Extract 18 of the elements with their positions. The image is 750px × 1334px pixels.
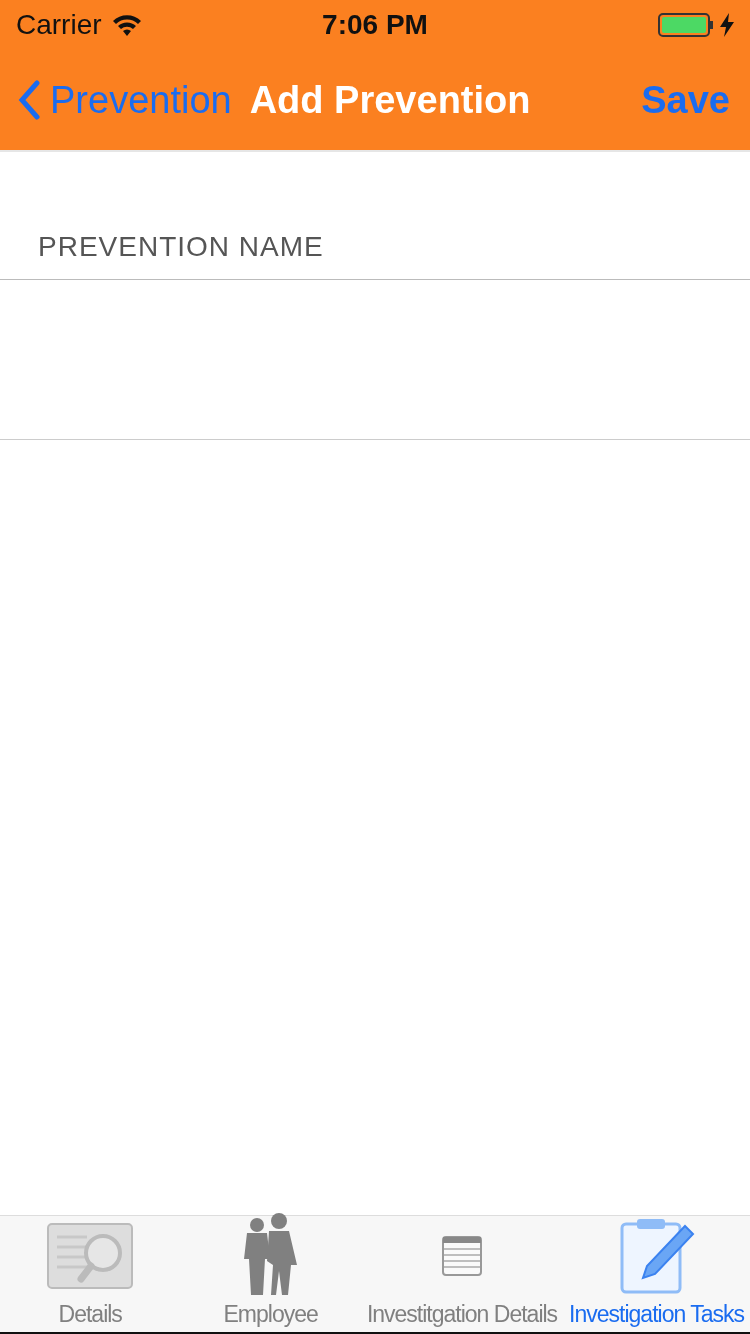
save-button[interactable]: Save — [641, 78, 730, 122]
tab-item[interactable]: Investitgation Details — [360, 1216, 564, 1332]
carrier-label: Carrier — [16, 9, 102, 41]
magnifier-document-icon — [47, 1223, 134, 1289]
screen-title: Add Prevention — [249, 78, 532, 122]
clipboard-pencil-icon — [618, 1218, 695, 1294]
section-header: PREVENTION NAME — [38, 231, 324, 263]
charging-bolt-icon — [720, 13, 734, 37]
back-button[interactable]: Prevention — [18, 78, 232, 122]
tab-item[interactable]: Investigation Tasks — [563, 1216, 750, 1332]
wifi-icon — [111, 14, 142, 36]
list-sheet-icon — [442, 1236, 482, 1276]
tab-item[interactable]: Employee — [180, 1216, 361, 1332]
tab-item[interactable]: Details — [0, 1216, 181, 1332]
battery-icon — [658, 13, 714, 37]
clock-time: 7:06 PM — [322, 9, 428, 41]
people-silhouette-icon — [242, 1211, 299, 1295]
chevron-left-icon — [18, 80, 40, 120]
